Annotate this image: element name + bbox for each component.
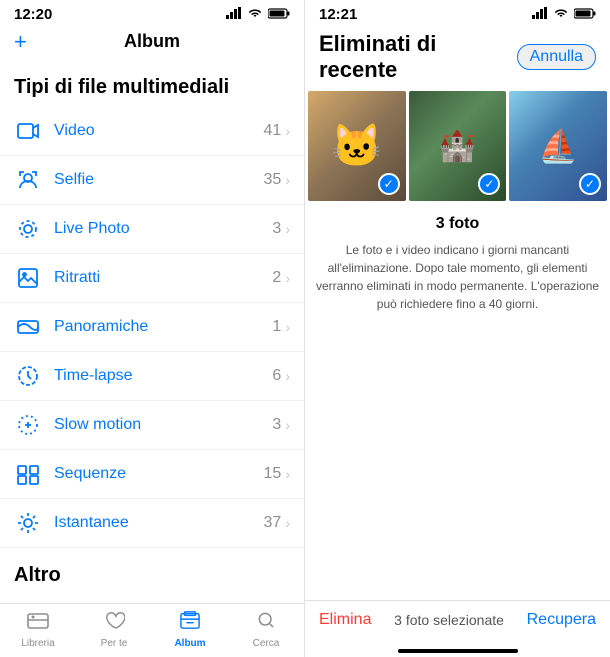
sequenze-label: Sequenze (54, 465, 264, 483)
left-header: + Album (0, 27, 304, 60)
recupera-button[interactable]: Recupera (527, 611, 596, 629)
photos-grid: 🐱 ✓ 🏰 ✓ ⛵ ✓ (305, 91, 610, 201)
selfie-count: 35 (264, 171, 282, 189)
list-item-livephoto[interactable]: Live Photo 3 › (0, 205, 304, 254)
wifi-icon-left (247, 7, 263, 22)
section-altro-title: Altro (0, 548, 304, 595)
list-item-video[interactable]: Video 41 › (0, 107, 304, 156)
slowmotion-count: 3 (272, 416, 281, 434)
tab-album[interactable]: Album (152, 610, 228, 649)
check-badge-3: ✓ (579, 173, 601, 195)
tab-libreria-label: Libreria (21, 638, 54, 649)
section-media-title: Tipi di file multimediali (0, 60, 304, 107)
tab-cerca-label: Cerca (253, 638, 280, 649)
bottom-actions: Elimina 3 foto selezionate Recupera (305, 600, 610, 649)
slowmotion-icon (14, 411, 42, 439)
list-item-timelapse[interactable]: Time-lapse 6 › (0, 352, 304, 401)
istantanee-icon (14, 509, 42, 537)
panoramiche-count: 1 (272, 318, 281, 336)
video-icon (14, 117, 42, 145)
battery-icon-left (268, 7, 290, 22)
tab-album-label: Album (174, 638, 205, 649)
libreria-icon (26, 610, 50, 636)
livephoto-count: 3 (272, 220, 281, 238)
selfie-label: Selfie (54, 171, 264, 189)
right-panel: 12:21 Eliminati di recente Annulla 🐱 ✓ 🏰… (305, 0, 610, 657)
sequenze-count: 15 (264, 465, 282, 483)
list-item-sequenze[interactable]: Sequenze 15 › (0, 450, 304, 499)
livephoto-icon (14, 215, 42, 243)
album-content: Tipi di file multimediali Video 41 › Sel… (0, 60, 304, 603)
foto-count: 3 foto (315, 215, 600, 233)
list-item-ritratti[interactable]: Ritratti 2 › (0, 254, 304, 303)
video-count: 41 (264, 122, 282, 140)
sequenze-chevron: › (285, 466, 290, 482)
info-text: Le foto e i video indicano i giorni manc… (315, 241, 600, 313)
signal-icon-left (226, 7, 242, 22)
status-time-left: 12:20 (14, 6, 52, 23)
wifi-icon-right (553, 7, 569, 22)
ritratti-chevron: › (285, 270, 290, 286)
list-item-selfie[interactable]: Selfie 35 › (0, 156, 304, 205)
photo-cell-1[interactable]: 🐱 ✓ (308, 91, 406, 201)
status-bar-right: 12:21 (305, 0, 610, 27)
list-item-panoramiche[interactable]: Panoramiche 1 › (0, 303, 304, 352)
ritratti-label: Ritratti (54, 269, 272, 287)
ritratti-icon (14, 264, 42, 292)
check-badge-1: ✓ (378, 173, 400, 195)
battery-icon-right (574, 7, 596, 22)
selfie-chevron: › (285, 172, 290, 188)
right-header: Eliminati di recente Annulla (305, 27, 610, 91)
ritratti-count: 2 (272, 269, 281, 287)
istantanee-count: 37 (264, 514, 282, 532)
status-icons-right (532, 7, 596, 22)
livephoto-chevron: › (285, 221, 290, 237)
status-bar-left: 12:20 (0, 0, 304, 27)
selected-label: 3 foto selezionate (394, 612, 504, 628)
tab-perte[interactable]: Per te (76, 610, 152, 649)
video-label: Video (54, 122, 264, 140)
tab-bar-left: Libreria Per te Album Cerca (0, 603, 304, 657)
timelapse-count: 6 (272, 367, 281, 385)
page-title: Eliminati di recente (319, 31, 517, 83)
slowmotion-label: Slow motion (54, 416, 272, 434)
tab-cerca[interactable]: Cerca (228, 610, 304, 649)
album-tab-icon (179, 610, 201, 636)
home-indicator (398, 649, 518, 653)
istantanee-label: Istantanee (54, 514, 264, 532)
photo-cell-2[interactable]: 🏰 ✓ (409, 91, 507, 201)
panoramiche-chevron: › (285, 319, 290, 335)
signal-icon-right (532, 7, 548, 22)
selfie-icon (14, 166, 42, 194)
left-panel: 12:20 + Album Tipi di file multimediali … (0, 0, 305, 657)
livephoto-label: Live Photo (54, 220, 272, 238)
tab-perte-label: Per te (101, 638, 128, 649)
list-item-istantanee[interactable]: Istantanee 37 › (0, 499, 304, 548)
list-item-importazioni[interactable]: Importazioni 1.327 › (0, 595, 304, 603)
list-item-slowmotion[interactable]: Slow motion 3 › (0, 401, 304, 450)
right-info: 3 foto Le foto e i video indicano i gior… (305, 201, 610, 600)
status-time-right: 12:21 (319, 6, 357, 23)
istantanee-chevron: › (285, 515, 290, 531)
cerca-icon (256, 610, 276, 636)
slowmotion-chevron: › (285, 417, 290, 433)
photo-cell-3[interactable]: ⛵ ✓ (509, 91, 607, 201)
left-title: Album (124, 31, 180, 52)
sequenze-icon (14, 460, 42, 488)
annulla-button[interactable]: Annulla (517, 44, 596, 70)
panoramiche-label: Panoramiche (54, 318, 272, 336)
tab-libreria[interactable]: Libreria (0, 610, 76, 649)
add-button[interactable]: + (14, 29, 27, 55)
elimina-button[interactable]: Elimina (319, 611, 371, 629)
perte-icon (103, 610, 125, 636)
timelapse-icon (14, 362, 42, 390)
timelapse-chevron: › (285, 368, 290, 384)
panoramiche-icon (14, 313, 42, 341)
video-chevron: › (285, 123, 290, 139)
status-icons-left (226, 7, 290, 22)
timelapse-label: Time-lapse (54, 367, 272, 385)
